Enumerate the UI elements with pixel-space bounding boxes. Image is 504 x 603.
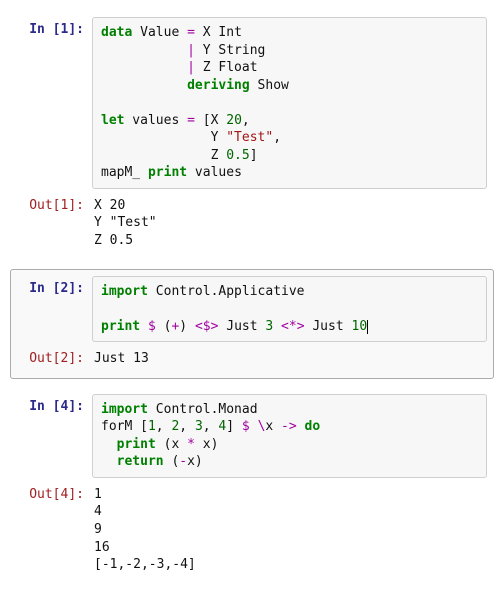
notebook-container: In [1]:data Value = X Int | Y String | Z… (10, 10, 494, 585)
code-token: values (187, 165, 242, 180)
code-token: x) (187, 454, 203, 469)
code-token: , (242, 113, 250, 128)
code-token: Value (132, 25, 187, 40)
output-prompt: Out[1]: (17, 193, 92, 215)
output-prompt: Out[4]: (17, 482, 92, 504)
code-token: Show (250, 78, 289, 93)
output-text: Just 13 (92, 346, 487, 372)
code-token: 10 (352, 319, 368, 334)
code-token: Y (101, 130, 226, 145)
code-token: | (187, 43, 195, 58)
input-prompt: In [4]: (17, 394, 92, 416)
code-token (101, 43, 187, 58)
code-token: print (148, 165, 187, 180)
code-token: , (156, 419, 172, 434)
output-row: Out[2]:Just 13 (11, 344, 493, 374)
code-token: x) (195, 437, 218, 452)
input-row: In [1]:data Value = X Int | Y String | Z… (11, 15, 493, 191)
output-text: 1 4 9 16 [-1,-2,-3,-4] (92, 482, 487, 578)
code-token: 3 (195, 419, 203, 434)
code-input[interactable]: data Value = X Int | Y String | Z Float … (92, 17, 487, 189)
code-token (273, 319, 281, 334)
code-token: print (117, 437, 156, 452)
code-token: - (179, 454, 187, 469)
code-token: (x (156, 437, 187, 452)
code-token (101, 437, 117, 452)
code-input[interactable]: import Control.Applicative print $ (+) <… (92, 276, 487, 343)
output-row: Out[4]:1 4 9 16 [-1,-2,-3,-4] (11, 480, 493, 580)
code-token: $ (242, 419, 250, 434)
code-token (297, 419, 305, 434)
code-token: Z Float (195, 60, 258, 75)
code-token: | (187, 60, 195, 75)
code-token: 1 (148, 419, 156, 434)
output-text: X 20 Y "Test" Z 0.5 (92, 193, 487, 254)
text-cursor (367, 320, 368, 334)
code-token: 20 (226, 113, 242, 128)
code-token: "Test" (226, 130, 273, 145)
code-token: import (101, 402, 148, 417)
code-token: X Int (195, 25, 242, 40)
code-token: let (101, 113, 124, 128)
code-cell[interactable]: In [4]:import Control.Monad forM [1, 2, … (10, 387, 494, 585)
code-cell[interactable]: In [1]:data Value = X Int | Y String | Z… (10, 10, 494, 261)
code-token: = (187, 25, 195, 40)
code-token: 0.5 (226, 148, 249, 163)
code-token: , (203, 419, 219, 434)
code-token: Control.Monad (148, 402, 258, 417)
code-token: [X (195, 113, 226, 128)
code-token: Control.Applicative (148, 284, 305, 299)
code-input[interactable]: import Control.Monad forM [1, 2, 3, 4] $… (92, 394, 487, 478)
output-prompt: Out[2]: (17, 346, 92, 368)
code-token: Y String (195, 43, 265, 58)
code-token: do (305, 419, 321, 434)
input-prompt: In [1]: (17, 17, 92, 39)
code-token: import (101, 284, 148, 299)
code-token: $ (148, 319, 156, 334)
code-token: ] (226, 419, 242, 434)
code-cell[interactable]: In [2]:import Control.Applicative print … (10, 269, 494, 379)
code-token (101, 60, 187, 75)
code-token: , (273, 130, 281, 145)
code-token: return (117, 454, 164, 469)
code-token (101, 454, 117, 469)
output-row: Out[1]:X 20 Y "Test" Z 0.5 (11, 191, 493, 256)
code-token (101, 78, 187, 93)
code-token: ( (164, 454, 180, 469)
code-token: Z (101, 148, 226, 163)
input-row: In [2]:import Control.Applicative print … (11, 274, 493, 345)
input-row: In [4]:import Control.Monad forM [1, 2, … (11, 392, 493, 480)
code-token: x (265, 419, 281, 434)
code-token: data (101, 25, 132, 40)
code-token: , (179, 419, 195, 434)
code-token: <$> (195, 319, 218, 334)
code-token: ) (179, 319, 195, 334)
code-token: -> (281, 419, 297, 434)
code-token: <*> (281, 319, 304, 334)
code-token (140, 319, 148, 334)
code-token: deriving (187, 78, 250, 93)
code-token: = (187, 113, 195, 128)
code-token: values (124, 113, 187, 128)
input-prompt: In [2]: (17, 276, 92, 298)
code-token (250, 419, 258, 434)
code-token: Just (218, 319, 265, 334)
code-token: forM [ (101, 419, 148, 434)
code-token: print (101, 319, 140, 334)
code-token: ] (250, 148, 258, 163)
code-token: * (187, 437, 195, 452)
code-token: Just (305, 319, 352, 334)
code-token: ( (156, 319, 172, 334)
code-token: mapM_ (101, 165, 148, 180)
